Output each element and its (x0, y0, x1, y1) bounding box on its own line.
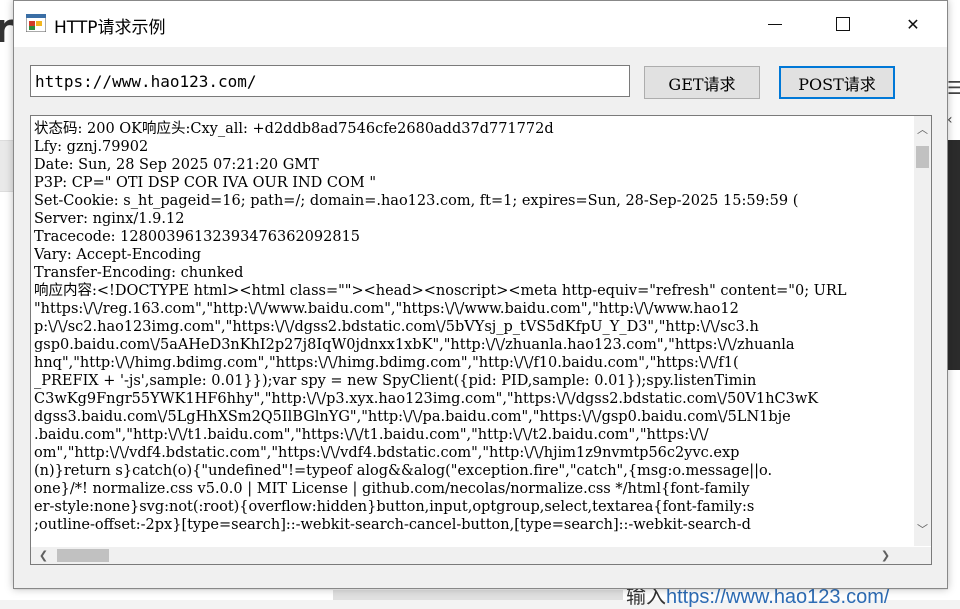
scroll-left-icon[interactable]: ❮ (35, 547, 52, 564)
response-line: Tracecode: 12800396132393476362092815 (34, 229, 361, 245)
url-input[interactable]: https://www.hao123.com/ (30, 65, 630, 97)
response-line: er-style:none}svg:not(:root){overflow:hi… (34, 499, 755, 515)
response-output[interactable]: 状态码: 200 OK响应头:Cxy_all: +d2ddb8ad7546cfe… (30, 115, 932, 565)
response-line: Vary: Accept-Encoding (34, 247, 202, 263)
background-app-left (0, 0, 14, 600)
close-button[interactable]: ✕ (890, 1, 936, 47)
horizontal-scroll-thumb[interactable] (57, 549, 109, 562)
response-line: gsp0.baidu.com\/5aAHeD3nKhI2p27j8IqW0jdn… (34, 337, 795, 353)
maximize-button[interactable] (820, 1, 866, 47)
response-line: dgss3.baidu.com\/5LgHhXSm2Q5IlBGlnYG","h… (34, 409, 791, 425)
response-line: om","http:\/\/vdf4.bdstatic.com","https:… (34, 445, 740, 461)
horizontal-scrollbar[interactable]: ❮ ❯ (31, 547, 914, 564)
scroll-corner (914, 547, 931, 564)
response-line: P3P: CP=" OTI DSP COR IVA OUR IND COM " (34, 175, 377, 191)
background-bottom-gray (333, 590, 623, 600)
response-line: 状态码: 200 OK响应头:Cxy_all: +d2ddb8ad7546cfe… (34, 121, 554, 137)
title-bar[interactable]: HTTP请求示例 ✕ (14, 1, 947, 47)
post-request-button[interactable]: POST请求 (779, 66, 895, 99)
close-icon: ✕ (906, 14, 920, 34)
response-line: one}/*! normalize.css v5.0.0 | MIT Licen… (34, 481, 750, 497)
background-glyph: r (0, 6, 14, 52)
minimize-icon (768, 23, 782, 25)
response-line: .baidu.com","http:\/\/t1.baidu.com","htt… (34, 427, 709, 443)
minimize-button[interactable] (752, 1, 798, 47)
background-band (0, 140, 14, 192)
response-line: Set-Cookie: s_ht_pageid=16; path=/; doma… (34, 193, 799, 209)
vertical-scrollbar[interactable]: ︿ ﹀ (914, 116, 931, 546)
scroll-up-icon[interactable]: ︿ (914, 120, 931, 137)
response-line: p:\/\/sc2.hao123img.com","https:\/\/dgss… (34, 319, 759, 335)
vertical-scroll-thumb[interactable] (916, 146, 929, 168)
background-dark-panel (948, 140, 960, 370)
response-line: ;outline-offset:-2px}[type=search]::-web… (34, 517, 751, 533)
maximize-icon (836, 17, 850, 31)
response-line: (n)}return s}catch(o){"undefined"!=typeo… (34, 463, 773, 479)
response-line: Transfer-Encoding: chunked (34, 265, 244, 281)
scroll-down-icon[interactable]: ﹀ (914, 520, 931, 537)
response-line: C3wKg9Fngr55YWK1HF6hhy","http:\/\/p3.xyx… (34, 391, 819, 407)
get-request-button[interactable]: GET请求 (644, 66, 760, 99)
window-title: HTTP请求示例 (54, 18, 166, 38)
response-line: hnq","http:\/\/himg.bdimg.com","https:\/… (34, 355, 739, 371)
response-line: Lfy: gznj.79902 (34, 139, 149, 155)
response-line: 响应内容:<!DOCTYPE html><html class=""><head… (34, 283, 847, 299)
response-line: Date: Sun, 28 Sep 2025 07:21:20 GMT (34, 157, 319, 173)
scroll-right-icon[interactable]: ❯ (877, 547, 894, 564)
app-icon (26, 14, 46, 32)
response-line: "https:\/\/reg.163.com","http:\/\/www.ba… (34, 301, 739, 317)
http-request-window: HTTP请求示例 ✕ https://www.hao123.com/ GET请求… (13, 0, 948, 589)
response-line: Server: nginx/1.9.12 (34, 211, 185, 227)
response-text[interactable]: 状态码: 200 OK响应头:Cxy_all: +d2ddb8ad7546cfe… (34, 120, 902, 538)
response-line: _PREFIX + '-js',sample: 0.01}});var spy … (34, 373, 757, 389)
background-menu-icon: ☰ (947, 78, 960, 99)
